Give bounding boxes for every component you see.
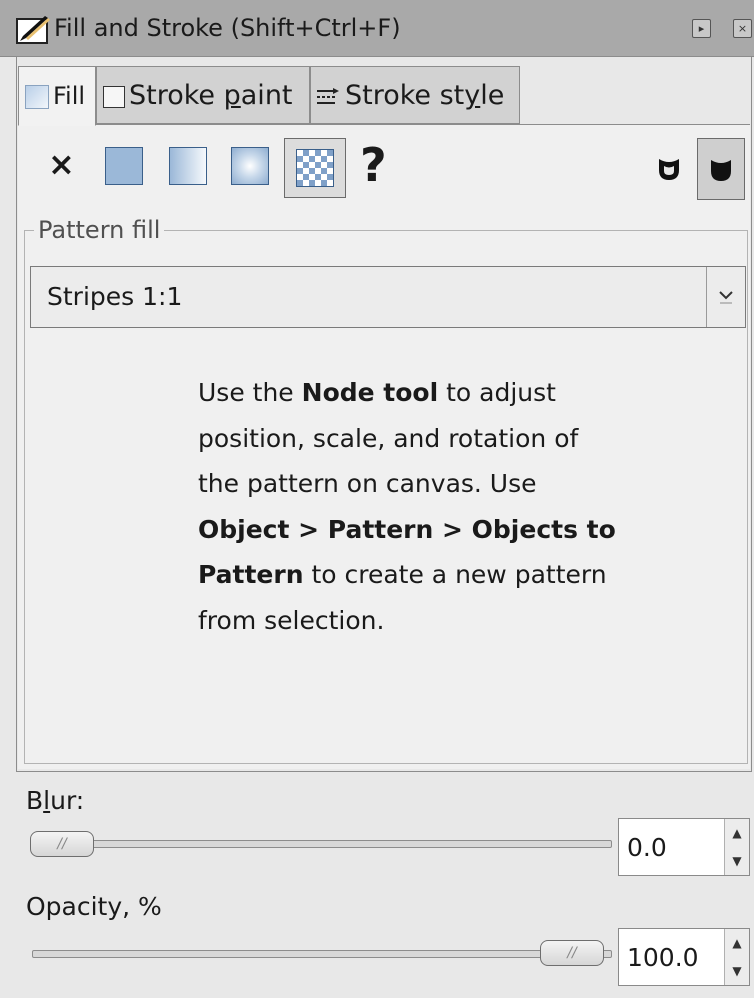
tab-stroke-style-mnemonic: y <box>464 80 481 111</box>
nonzero-icon <box>711 160 731 181</box>
stroke-swatch-icon <box>103 85 125 108</box>
evenodd-icon <box>659 159 679 180</box>
tab-stroke-paint-label: Stroke <box>129 80 224 111</box>
pattern-select[interactable]: Stripes 1:1 <box>30 266 746 328</box>
tab-stroke-style-label-end: le <box>480 80 505 111</box>
pen-icon <box>16 16 50 44</box>
pattern-select-value: Stripes 1:1 <box>47 282 183 311</box>
linear-gradient-icon <box>169 147 207 185</box>
stroke-style-icon <box>317 87 339 104</box>
pattern-fill-label: Pattern fill <box>34 216 165 244</box>
pattern-button[interactable] <box>284 138 346 198</box>
decrement-icon[interactable]: ▼ <box>725 957 749 985</box>
increment-icon[interactable]: ▲ <box>725 819 749 847</box>
no-paint-button[interactable]: × <box>48 145 75 183</box>
opacity-label: Opacity, % <box>26 892 162 921</box>
blur-slider-handle[interactable]: // <box>30 831 94 857</box>
tab-stroke-paint[interactable]: Stroke paint <box>96 66 310 124</box>
opacity-spin-buttons[interactable]: ▲ ▼ <box>724 929 749 985</box>
pattern-icon <box>296 149 334 187</box>
blur-label-start: B <box>26 786 44 815</box>
fill-rule-evenodd-button[interactable] <box>646 138 694 200</box>
tab-stroke-paint-label-end: aint <box>240 80 293 111</box>
tab-stroke-paint-mnemonic: p <box>223 80 241 111</box>
fill-rule-nonzero-button[interactable] <box>697 138 745 200</box>
opacity-spinbox[interactable]: 100.0 ▲ ▼ <box>618 928 750 986</box>
hint-node-tool: Node tool <box>301 378 439 407</box>
opacity-slider-trough[interactable] <box>32 950 612 958</box>
tab-stroke-style[interactable]: Stroke style <box>310 66 520 124</box>
radial-gradient-button[interactable] <box>222 138 278 198</box>
pattern-hint-text: Use the Node tool to adjust position, sc… <box>198 370 618 643</box>
chevron-down-icon[interactable] <box>706 267 745 327</box>
flat-color-icon <box>105 147 143 185</box>
window-title: Fill and Stroke (Shift+Ctrl+F) <box>54 14 401 42</box>
blur-slider-trough[interactable] <box>32 840 612 848</box>
blur-label-end: ur: <box>50 786 85 815</box>
decrement-icon[interactable]: ▼ <box>725 847 749 875</box>
increment-icon[interactable]: ▲ <box>725 929 749 957</box>
title-bar: Fill and Stroke (Shift+Ctrl+F) ▸ × <box>0 0 754 57</box>
hint-part-1: Use the <box>198 378 302 407</box>
unset-paint-button[interactable]: ? <box>360 138 387 192</box>
blur-label: Blur: <box>26 786 84 815</box>
linear-gradient-button[interactable] <box>160 138 216 198</box>
fill-swatch-icon <box>25 84 49 109</box>
opacity-value: 100.0 <box>627 943 699 972</box>
dock-icon[interactable]: ▸ <box>692 19 711 38</box>
flat-color-button[interactable] <box>96 138 152 198</box>
opacity-slider-handle[interactable]: // <box>540 940 604 966</box>
tab-stroke-style-label: Stroke st <box>345 80 465 111</box>
blur-spinbox[interactable]: 0.0 ▲ ▼ <box>618 818 750 876</box>
tab-fill-label: Fill <box>53 82 86 110</box>
close-icon[interactable]: × <box>733 19 752 38</box>
radial-gradient-icon <box>231 147 269 185</box>
tab-fill[interactable]: Fill <box>18 66 96 126</box>
blur-value: 0.0 <box>627 833 667 862</box>
blur-spin-buttons[interactable]: ▲ ▼ <box>724 819 749 875</box>
